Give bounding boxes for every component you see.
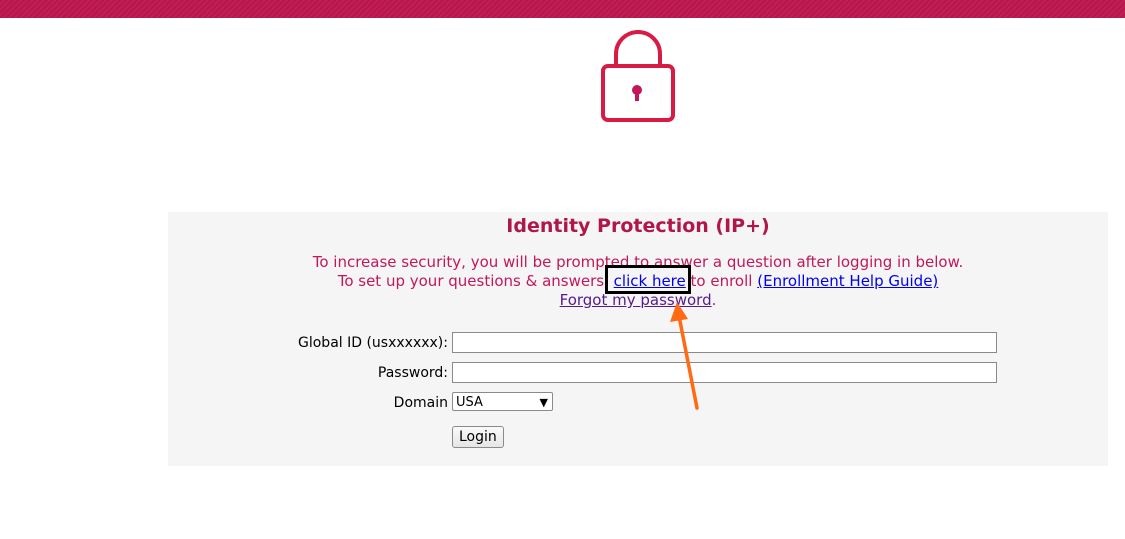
login-button[interactable]: Login [452,426,504,448]
enroll-prefix: To set up your questions & answers, [337,272,609,290]
domain-select[interactable]: USA ▼ [452,392,553,411]
page-title: Identity Protection (IP+) [506,215,770,237]
domain-selected-value: USA [456,395,483,410]
domain-label: Domain [393,395,448,411]
lock-icon [601,30,675,122]
chevron-down-icon: ▼ [539,396,548,409]
password-input[interactable] [452,362,997,383]
login-panel: Identity Protection (IP+) To increase se… [168,212,1108,466]
enrollment-help-guide-link[interactable]: (Enrollment Help Guide) [757,272,938,290]
annotation-highlight-box [605,265,691,294]
annotation-arrow-icon [670,302,699,410]
enroll-middle: to enroll [690,272,753,290]
global-id-label: Global ID (usxxxxxx): [298,335,448,351]
password-label: Password: [377,365,448,381]
global-id-input[interactable] [452,332,997,353]
forgot-suffix: . [711,291,717,309]
top-banner [0,0,1125,18]
